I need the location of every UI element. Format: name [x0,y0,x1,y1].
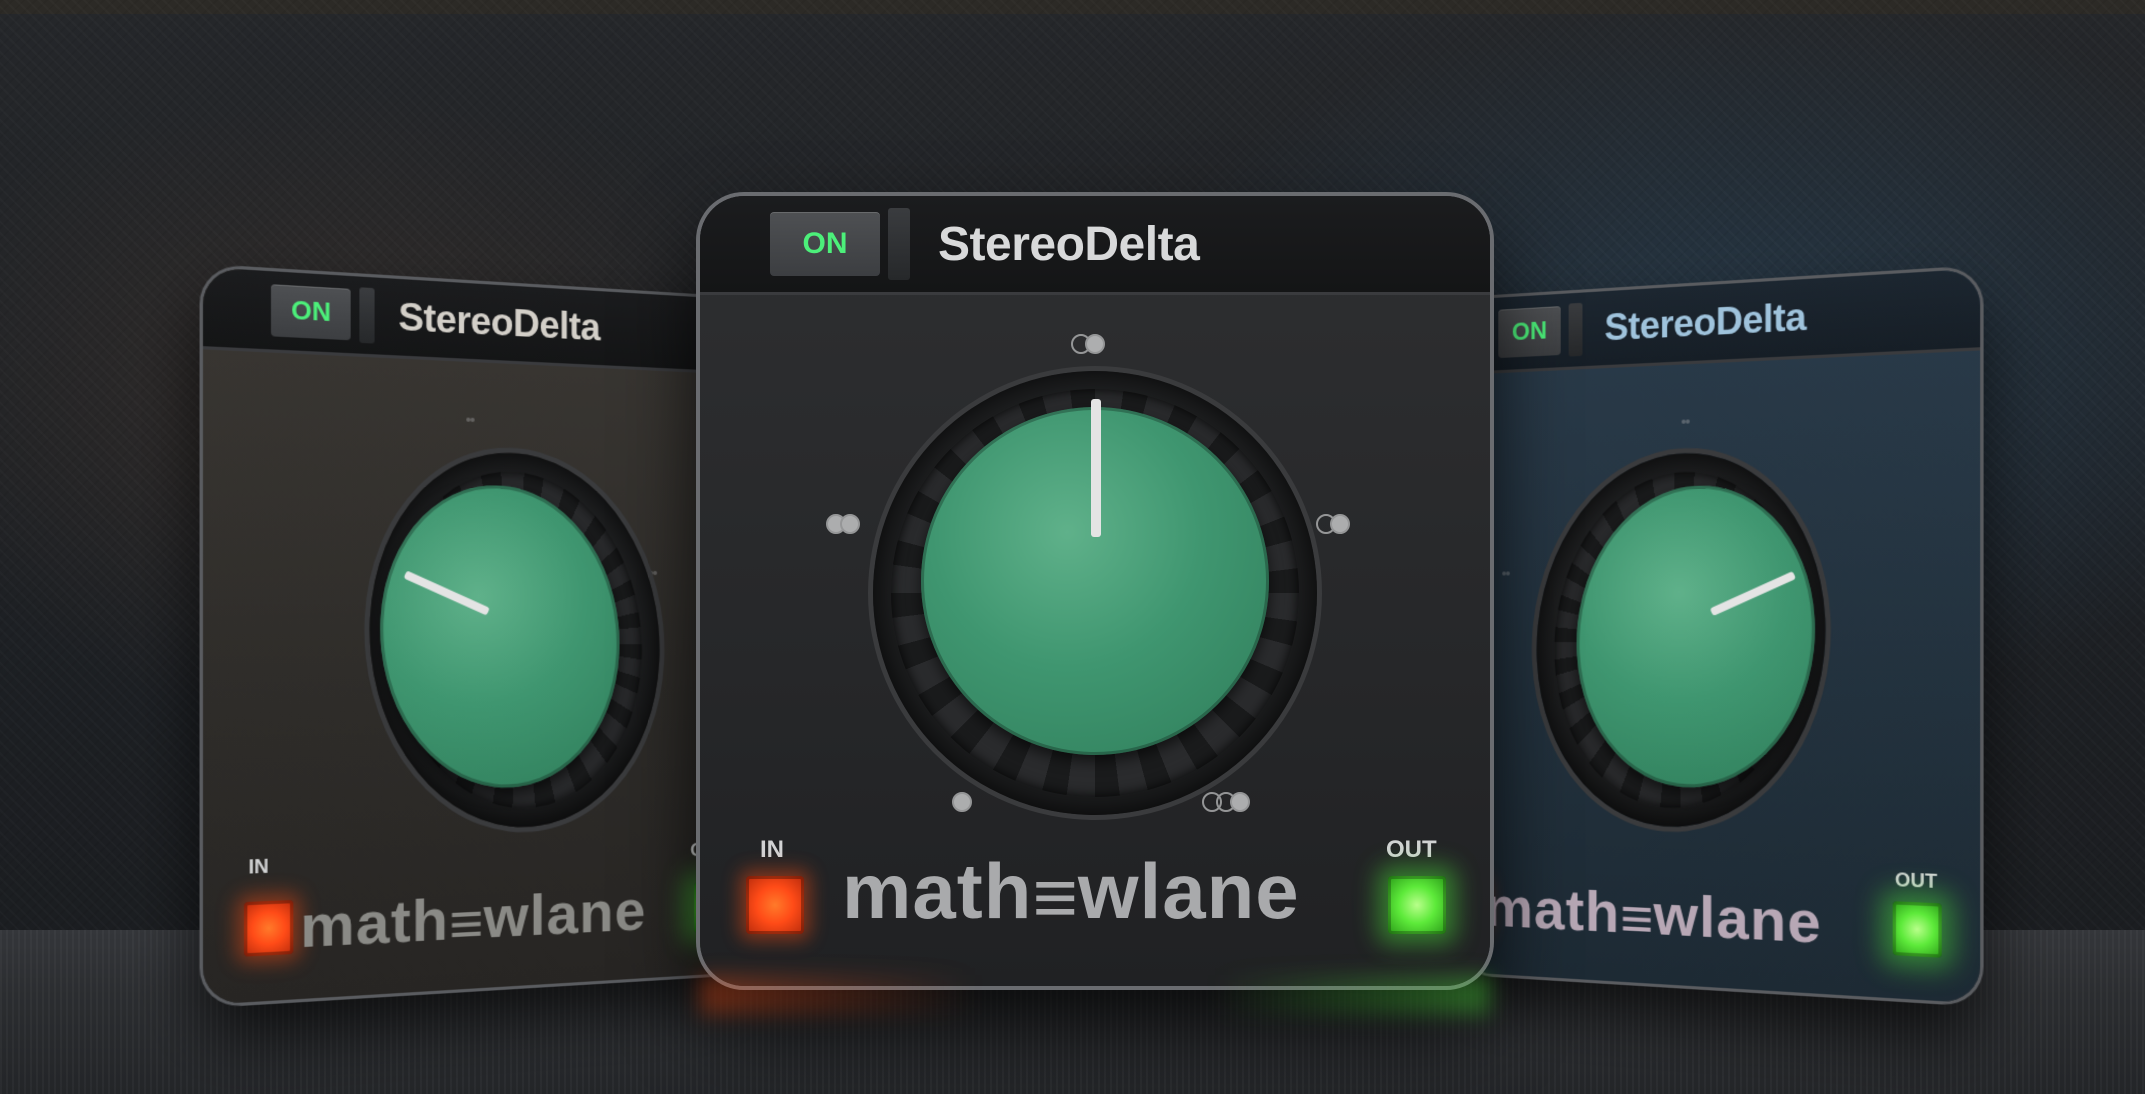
plugin-header: ON StereoDelta [700,196,1490,295]
out-led [1892,901,1942,958]
brand-logo: math≡wlane [842,847,1300,941]
out-label: OUT [1894,868,1938,893]
power-switch-slot [359,287,375,344]
knob-pointer [403,570,490,616]
in-led [243,899,294,957]
wide-icon [649,570,658,576]
stereo-width-icon [1681,419,1690,424]
in-led [746,876,804,934]
led-floor-glow [700,975,1490,1015]
plugin-window-left: ON StereoDelta IN math≡wlane OUT [202,267,746,1005]
narrow-icon [826,514,860,534]
width-knob[interactable] [350,442,677,847]
stereo-width-icon [466,417,475,423]
triple-icon [1202,792,1250,812]
brand-logo: math≡wlane [300,877,647,961]
out-label: OUT [1386,836,1437,863]
brand-logo: math≡wlane [1484,874,1822,956]
width-knob[interactable] [873,371,1317,815]
power-button[interactable]: ON [770,212,880,276]
plugin-window-right: ON StereoDelta IN math≡wlane OUT [1460,268,1981,1004]
knob-cap [921,399,1269,755]
width-knob[interactable] [1519,443,1845,846]
knob-pointer [1091,399,1101,537]
knob-pointer [1709,570,1797,617]
plugin-scene: ON StereoDelta IN math≡wlane OUT ON Ster… [0,0,2145,1094]
plugin-title: StereoDelta [938,217,1200,271]
power-switch-slot [1568,302,1583,357]
plugin-window-center: ON StereoDelta IN math≡wlane OUT [700,196,1490,986]
power-button[interactable]: ON [1498,306,1561,359]
plugin-title: StereoDelta [1604,294,1807,349]
wide-icon [1316,514,1350,534]
in-label: IN [248,855,269,878]
in-label: IN [760,836,784,863]
power-switch-slot [888,208,910,280]
narrow-icon [1502,571,1510,576]
out-led [1388,876,1446,934]
power-button[interactable]: ON [271,284,351,341]
mono-icon [952,792,972,812]
stereo-width-icon [1071,334,1105,354]
plugin-title: StereoDelta [398,294,601,349]
